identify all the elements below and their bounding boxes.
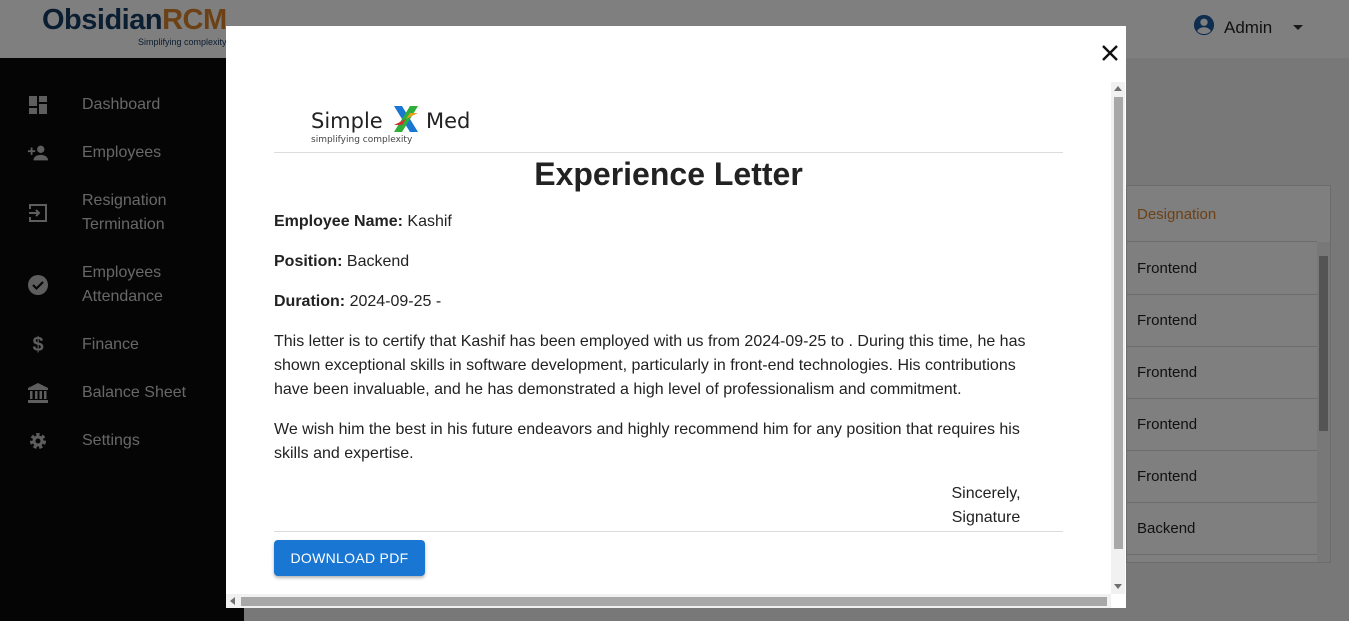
position-value: Backend: [346, 253, 410, 270]
scroll-left-arrow-icon[interactable]: [230, 597, 235, 605]
employee-name-value: Kashif: [407, 213, 452, 230]
duration-value: 2024-09-25 -: [349, 293, 442, 310]
sincerely-text: Sincerely,: [951, 485, 1021, 502]
position-label: Position:: [274, 253, 343, 270]
logo-tagline: simplifying complexity: [311, 135, 413, 145]
logo-simple-text: Simple: [311, 109, 383, 133]
position-field: Position: Backend: [274, 250, 409, 274]
header-divider: [274, 152, 1063, 153]
signature-text: Signature: [951, 509, 1021, 526]
certification-paragraph: This letter is to certify that Kashif ha…: [274, 330, 1064, 402]
simplexmed-logo: Simple Med simplifying complexity: [311, 102, 491, 148]
footer-divider: [274, 531, 1063, 532]
duration-label: Duration:: [274, 293, 346, 310]
download-pdf-button[interactable]: DOWNLOAD PDF: [274, 540, 425, 576]
close-icon[interactable]: [1100, 43, 1120, 63]
letter-title: Experience Letter: [534, 156, 803, 192]
paragraph-line: This letter is to certify that Kashif ha…: [274, 333, 1026, 350]
employee-name-field: Employee Name: Kashif: [274, 210, 452, 234]
closing-paragraph: We wish him the best in his future endea…: [274, 418, 1064, 466]
paragraph-line: skills and expertise.: [274, 445, 414, 462]
vertical-scrollbar-thumb[interactable]: [1114, 97, 1123, 549]
employee-name-label: Employee Name:: [274, 213, 403, 230]
horizontal-scrollbar-thumb[interactable]: [241, 597, 1107, 606]
logo-med-text: Med: [426, 109, 470, 133]
modal-horizontal-scrollbar[interactable]: [226, 594, 1111, 608]
modal-vertical-scrollbar[interactable]: [1111, 82, 1125, 594]
experience-letter-modal: Simple Med simplifying complexity Experi…: [226, 26, 1126, 608]
scroll-down-arrow-icon[interactable]: [1114, 584, 1122, 589]
duration-field: Duration: 2024-09-25 -: [274, 290, 441, 314]
paragraph-line: shown exceptional skills in software dev…: [274, 357, 1016, 374]
scroll-up-arrow-icon[interactable]: [1114, 86, 1122, 91]
paragraph-line: We wish him the best in his future endea…: [274, 421, 1020, 438]
paragraph-line: have been invaluable, and he has demonst…: [274, 381, 962, 398]
